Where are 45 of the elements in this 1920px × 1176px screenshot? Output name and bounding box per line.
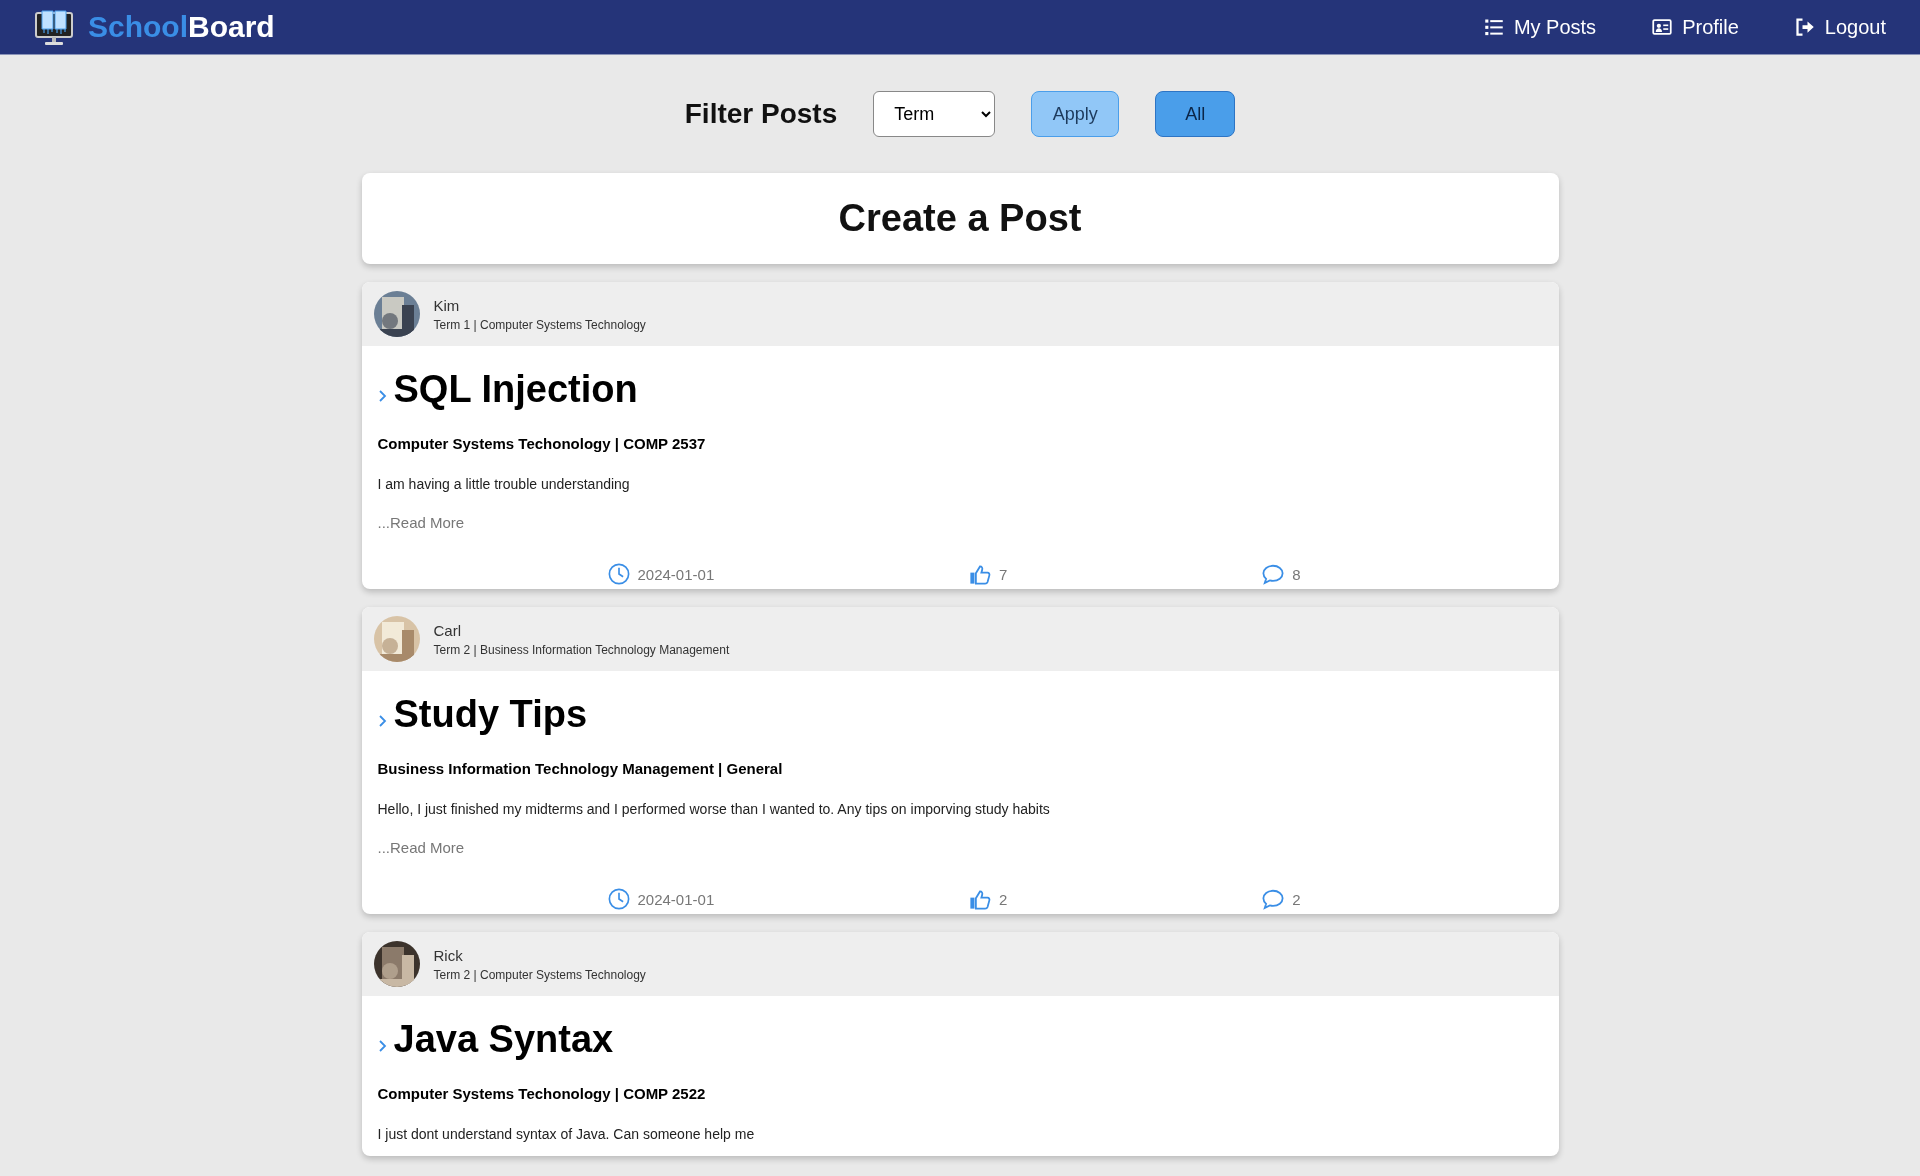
list-icon (1483, 17, 1504, 37)
nav-link[interactable]: Profile (1652, 15, 1739, 39)
thumbs-up-icon (969, 563, 991, 585)
thumbs-up-icon (969, 888, 991, 910)
post-subtitle: Computer Systems Techonology | COMP 2537 (377, 435, 707, 452)
post-body: I just dont understand syntax of Java. Can someone help me (377, 1126, 756, 1142)
post-title[interactable]: Study Tips (393, 693, 588, 736)
author-name: Carl (433, 621, 462, 639)
comment-count[interactable]: 2 (1262, 888, 1301, 910)
post-title[interactable]: Java Syntax (393, 1018, 614, 1061)
id-card-icon (1652, 17, 1673, 37)
nav-link[interactable]: Logout (1794, 15, 1886, 39)
post-title[interactable]: SQL Injection (393, 368, 638, 411)
author-meta: Term 2 | Computer Systems Technology (433, 967, 646, 982)
comment-count[interactable]: 8 (1262, 563, 1301, 585)
read-more-link[interactable]: ...Read More (377, 839, 1543, 856)
speech-bubble-icon (1262, 888, 1285, 910)
post-body: I am having a little trouble understanding (377, 476, 631, 492)
clock-icon (607, 563, 630, 585)
post-date: 2024-01-01 (607, 888, 715, 910)
chevron-icon (377, 1039, 388, 1053)
chevron-icon (377, 389, 388, 403)
brand-logo[interactable]: SchoolBoard (88, 10, 275, 44)
read-more-link[interactable]: ...Read More (377, 514, 1543, 531)
like-count[interactable]: 7 (969, 563, 1008, 585)
speech-bubble-icon (1262, 563, 1285, 585)
logo-icon (34, 7, 74, 47)
post-subtitle: Business Information Technology Management | General (377, 760, 784, 777)
logout-icon (1794, 17, 1815, 37)
post-subtitle: Computer Systems Techonology | COMP 2522 (377, 1085, 707, 1102)
author-meta: Term 1 | Computer Systems Technology (433, 317, 646, 332)
nav-link[interactable]: My Posts (1483, 15, 1597, 39)
author-name: Rick (433, 946, 464, 964)
post-date: 2024-01-01 (607, 563, 715, 585)
filter-title: Filter Posts (684, 98, 838, 130)
term-select[interactable]: Term (873, 91, 996, 137)
like-count[interactable]: 2 (969, 888, 1008, 910)
chevron-icon (377, 714, 388, 728)
author-meta: Term 2 | Business Information Technology Management (433, 642, 730, 657)
clock-icon (607, 888, 630, 910)
post-body: Hello, I just finished my midterms and I performed worse than I wanted to. Any tips on imporving study habits (377, 801, 1051, 817)
create-post-button[interactable]: Create a Post (361, 173, 1559, 264)
filter-button[interactable]: Apply (1031, 91, 1120, 137)
filter-button[interactable]: All (1155, 91, 1236, 137)
author-name: Kim (433, 296, 461, 314)
